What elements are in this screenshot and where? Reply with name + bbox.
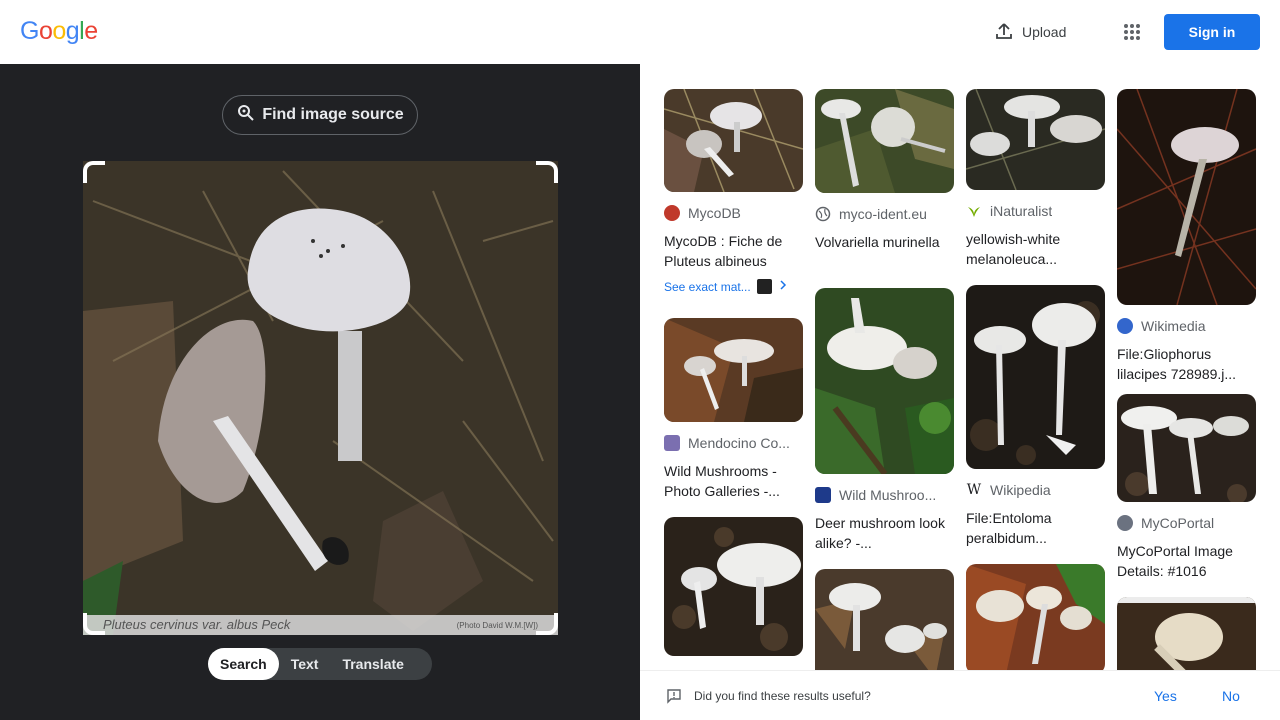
result-thumbnail[interactable] [664,89,803,192]
result-source[interactable]: MycoDB [664,205,803,221]
result-card[interactable]: MycoDB MycoDB : Fiche de Pluteus albineu… [664,89,803,294]
source-name: Wikimedia [1141,318,1206,334]
result-thumbnail[interactable] [966,564,1105,670]
result-card[interactable] [1117,597,1256,670]
wikimedia-favicon-icon [1117,318,1133,334]
feedback-yes-button[interactable]: Yes [1154,688,1177,704]
result-thumbnail[interactable] [1117,394,1256,502]
upload-label: Upload [1022,24,1067,40]
wild-mushrooms-favicon-icon [815,487,831,503]
result-source[interactable]: iNaturalist [966,203,1105,219]
logo-letter: G [20,17,39,45]
tab-translate[interactable]: Translate [330,648,415,680]
logo-letter: e [84,17,98,45]
result-thumbnail[interactable] [966,89,1105,190]
logo-letter: g [65,17,80,45]
source-name: Wild Mushroo... [839,487,937,503]
result-title[interactable]: Volvariella murinella [815,232,954,272]
feedback-no-button[interactable]: No [1222,688,1240,704]
sign-in-button[interactable]: Sign in [1164,14,1260,50]
logo-letter: o [38,17,53,45]
result-card[interactable] [664,517,803,656]
find-image-source-label: Find image source [262,106,404,123]
mycoportal-favicon-icon [1117,515,1133,531]
result-title[interactable]: File:Entoloma peralbidum... [966,508,1105,548]
results-column: iNaturalist yellowish-white melanoleuca.… [966,89,1105,670]
result-thumbnail[interactable] [815,288,954,474]
result-source[interactable]: W Wikipedia [966,482,1105,498]
result-title[interactable]: Deer mushroom look alike? -... [815,513,954,553]
visual-matches: MycoDB MycoDB : Fiche de Pluteus albineu… [640,64,1280,670]
result-thumbnail[interactable] [1117,89,1256,305]
result-card[interactable]: W Wikipedia File:Entoloma peralbidum... [966,285,1105,548]
result-title[interactable]: MycoDB : Fiche de Pluteus albineus [664,231,803,271]
header: G o o g l e Upload Sign in [0,0,1280,64]
google-logo[interactable]: G o o g l e [20,17,98,46]
result-card[interactable]: Wild Mushroo... Deer mushroom look alike… [815,288,954,553]
result-card[interactable]: Mendocino Co... Wild Mushrooms - Photo G… [664,318,803,501]
mycodb-favicon-icon [664,205,680,221]
wikipedia-w-icon: W [966,482,982,498]
result-thumbnail[interactable] [664,318,803,422]
source-name: MyCoPortal [1141,515,1215,531]
tab-text[interactable]: Text [279,648,331,680]
upload-button[interactable]: Upload [986,14,1074,50]
image-caption: Pluteus cervinus var. albus Peck (Photo … [83,615,558,635]
query-image-panel: Find image source Pluteus cervinus var. … [0,64,640,720]
result-thumbnail[interactable] [815,89,954,193]
crop-handle-top-left[interactable] [83,161,105,183]
caption-credit: (Photo David W.M.[W]) [456,621,538,630]
source-name: Mendocino Co... [688,435,790,451]
result-thumbnail[interactable] [664,517,803,656]
results-column: myco-ident.eu Volvariella murinella Wild… [815,89,954,670]
source-name: myco-ident.eu [839,206,927,222]
crop-handle-top-right[interactable] [536,161,558,183]
result-title[interactable]: yellowish-white melanoleuca... [966,229,1105,269]
results-column: Wikimedia File:Gliophorus lilacipes 7289… [1117,89,1256,670]
mushroom-photo [83,161,558,635]
lens-mode-tabs: Search Text Translate [208,648,432,680]
tab-search[interactable]: Search [208,648,279,680]
result-title[interactable]: Wild Mushrooms - Photo Galleries -... [664,461,803,501]
exact-match-thumbnail [756,279,772,294]
result-thumbnail[interactable] [1117,597,1256,670]
feedback-icon [666,688,682,709]
crop-handle-bottom-right[interactable] [536,613,558,635]
lens-search-icon [236,103,256,128]
see-exact-matches-link[interactable]: See exact mat... [664,279,803,294]
result-source[interactable]: Wikimedia [1117,318,1256,334]
logo-letter: o [52,17,66,45]
result-title[interactable]: File:Gliophorus lilacipes 728989.j... [1117,344,1256,384]
result-card[interactable]: Wikimedia File:Gliophorus lilacipes 7289… [1117,89,1256,384]
chevron-right-icon [778,279,788,294]
source-name: Wikipedia [990,482,1051,498]
result-title[interactable]: MyCoPortal Image Details: #1016 [1117,541,1256,581]
feedback-question: Did you find these results useful? [694,689,871,703]
query-image[interactable]: Pluteus cervinus var. albus Peck (Photo … [83,161,558,635]
source-name: MycoDB [688,205,741,221]
result-source[interactable]: Wild Mushroo... [815,487,954,503]
result-card[interactable] [815,569,954,670]
result-card[interactable]: MyCoPortal MyCoPortal Image Details: #10… [1117,394,1256,581]
result-thumbnail[interactable] [966,285,1105,469]
source-name: iNaturalist [990,203,1053,219]
result-thumbnail[interactable] [815,569,954,670]
inaturalist-bird-icon [966,203,982,219]
google-apps-icon[interactable] [1116,16,1148,48]
upload-icon [994,21,1014,44]
results-column: MycoDB MycoDB : Fiche de Pluteus albineu… [664,89,803,670]
result-source[interactable]: Mendocino Co... [664,435,803,451]
caption-text: Pluteus cervinus var. albus Peck [103,617,291,632]
result-card[interactable]: myco-ident.eu Volvariella murinella [815,89,954,272]
exact-match-label: See exact mat... [664,279,751,294]
mendocino-favicon-icon [664,435,680,451]
globe-icon [815,206,831,222]
feedback-bar: Did you find these results useful? Yes N… [640,670,1280,720]
crop-handle-bottom-left[interactable] [83,613,105,635]
result-source[interactable]: myco-ident.eu [815,206,954,222]
result-source[interactable]: MyCoPortal [1117,515,1256,531]
result-card[interactable] [966,564,1105,670]
find-image-source-button[interactable]: Find image source [222,95,418,135]
result-card[interactable]: iNaturalist yellowish-white melanoleuca.… [966,89,1105,269]
